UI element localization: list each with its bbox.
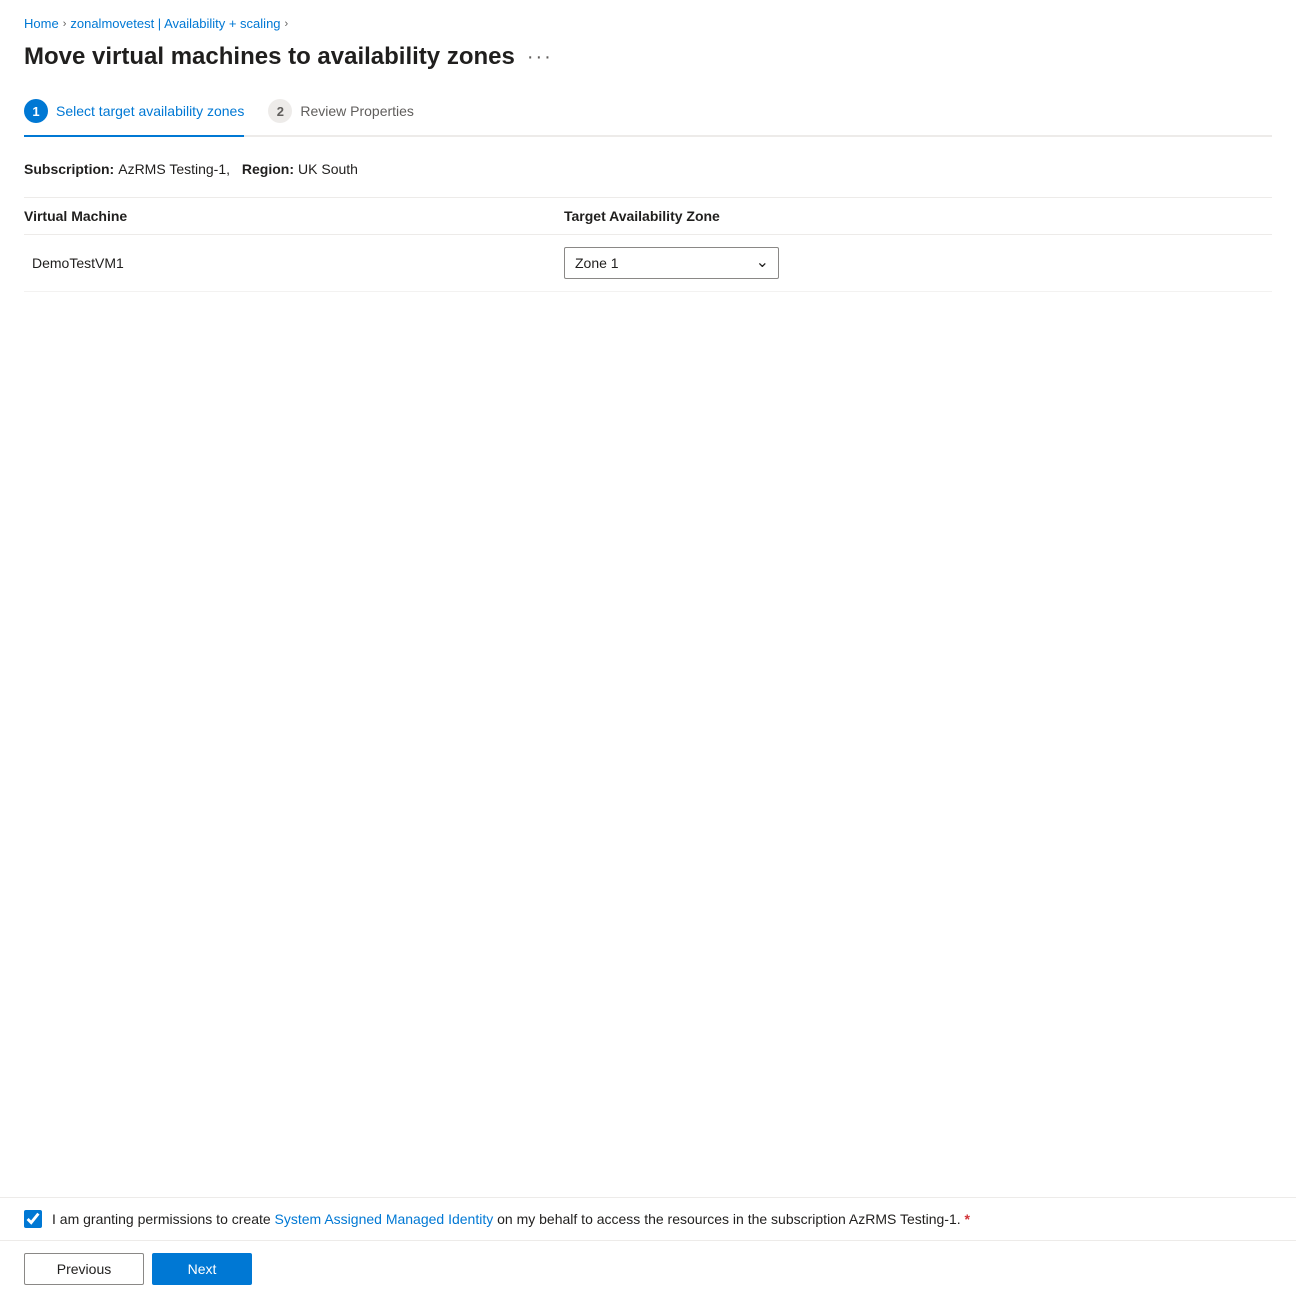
breadcrumb-home[interactable]: Home (24, 16, 59, 31)
step-2-badge: 2 (268, 99, 292, 123)
subscription-label: Subscription: (24, 161, 114, 177)
consent-bar: I am granting permissions to create Syst… (0, 1197, 1296, 1240)
zone-select-wrapper: Zone 1 Zone 2 Zone 3 (564, 247, 779, 279)
page-title: Move virtual machines to availability zo… (24, 43, 515, 71)
step-2-label: Review Properties (300, 103, 414, 119)
zone-select-cell: Zone 1 Zone 2 Zone 3 (564, 247, 1272, 279)
step-1-label: Select target availability zones (56, 103, 244, 119)
next-button[interactable]: Next (152, 1253, 252, 1285)
subscription-info: Subscription: AzRMS Testing-1, Region: U… (24, 161, 1272, 177)
col-vm-header: Virtual Machine (24, 208, 564, 224)
wizard-step-1[interactable]: 1 Select target availability zones (24, 99, 244, 137)
consent-checkbox[interactable] (24, 1210, 42, 1228)
subscription-value: AzRMS Testing-1, (118, 161, 230, 177)
page-header: Move virtual machines to availability zo… (24, 43, 1272, 71)
breadcrumb-sep-2: › (285, 18, 289, 30)
consent-link[interactable]: System Assigned Managed Identity (275, 1211, 494, 1227)
required-star: * (965, 1211, 970, 1227)
region-label: Region: (242, 161, 294, 177)
zone-select[interactable]: Zone 1 Zone 2 Zone 3 (564, 247, 779, 279)
breadcrumb: Home › zonalmovetest | Availability + sc… (24, 16, 1272, 31)
vm-table: Virtual Machine Target Availability Zone… (24, 197, 1272, 1181)
vm-name-cell: DemoTestVM1 (24, 255, 564, 271)
region-value: UK South (298, 161, 358, 177)
consent-text: I am granting permissions to create Syst… (52, 1211, 970, 1227)
breadcrumb-resource[interactable]: zonalmovetest | Availability + scaling (70, 16, 280, 31)
consent-text-after-link: on my behalf to access the resources in … (497, 1211, 961, 1227)
previous-button[interactable]: Previous (24, 1253, 144, 1285)
wizard-step-2[interactable]: 2 Review Properties (268, 99, 414, 135)
wizard-steps: 1 Select target availability zones 2 Rev… (24, 99, 1272, 137)
button-bar: Previous Next (0, 1240, 1296, 1297)
more-options-icon[interactable]: ··· (527, 46, 553, 69)
step-1-badge: 1 (24, 99, 48, 123)
col-zone-header: Target Availability Zone (564, 208, 1272, 224)
footer-area: I am granting permissions to create Syst… (0, 1197, 1296, 1297)
consent-text-before-link: I am granting permissions to create (52, 1211, 271, 1227)
breadcrumb-sep-1: › (63, 18, 67, 30)
table-header: Virtual Machine Target Availability Zone (24, 198, 1272, 235)
table-row: DemoTestVM1 Zone 1 Zone 2 Zone 3 (24, 235, 1272, 292)
